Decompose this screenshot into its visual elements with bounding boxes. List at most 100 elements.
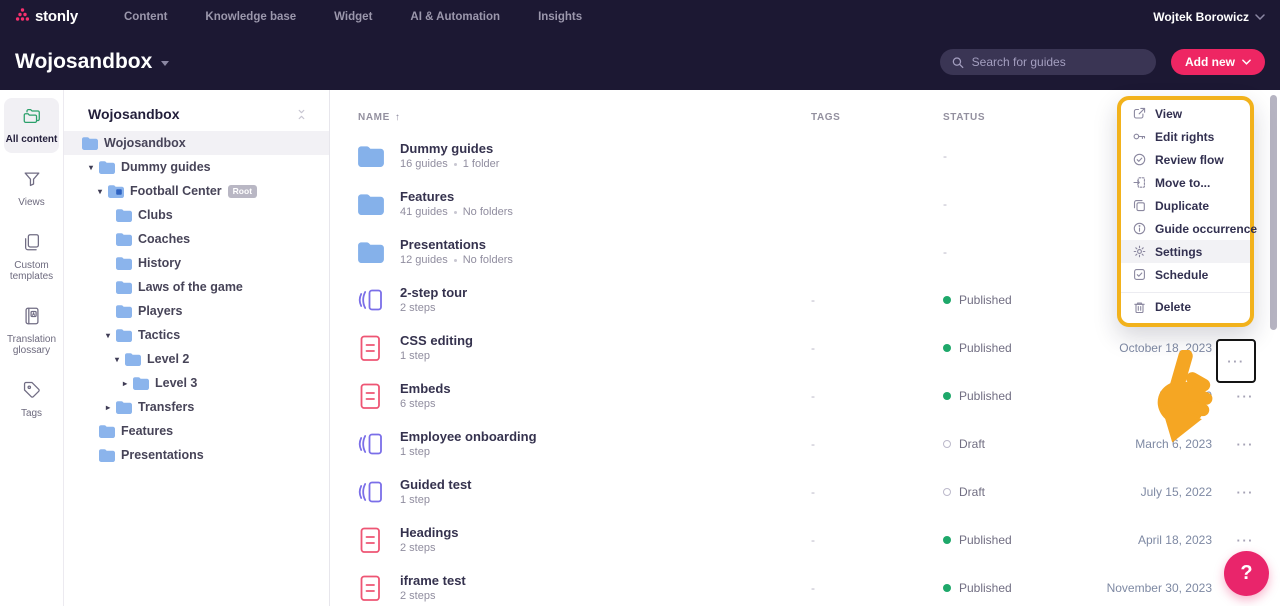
row-status: Published xyxy=(943,341,1093,355)
tree-item-label: Tactics xyxy=(138,328,180,342)
rail-item[interactable]: All content xyxy=(4,98,59,153)
menu-item-label: View xyxy=(1155,107,1182,121)
more-actions-button[interactable] xyxy=(1212,389,1256,404)
stonly-logo[interactable]: stonly xyxy=(15,7,94,27)
status-dot-icon xyxy=(943,440,951,448)
table-row[interactable]: Guided test 1 step - Draft xyxy=(358,468,1256,516)
rail-item-label: Views xyxy=(18,197,45,208)
row-status: Draft xyxy=(943,485,1093,499)
more-actions-button[interactable] xyxy=(1212,485,1256,500)
tree-item[interactable]: Players xyxy=(64,299,329,323)
user-name: Wojtek Borowicz xyxy=(1153,10,1249,24)
tree-item[interactable]: ▸ Level 3 xyxy=(64,371,329,395)
row-type-icon xyxy=(358,575,384,601)
context-menu-item[interactable]: Schedule xyxy=(1121,263,1250,286)
add-new-button[interactable]: Add new xyxy=(1171,49,1265,75)
table-row[interactable]: Headings 2 steps - Published xyxy=(358,516,1256,564)
context-menu-item[interactable]: Guide occurrence xyxy=(1121,217,1250,240)
nav-item[interactable]: AI & Automation xyxy=(410,11,500,23)
row-status: Draft xyxy=(943,437,1093,451)
row-modified-date: March 6, 2023 xyxy=(1093,437,1212,451)
context-menu-item[interactable]: Edit rights xyxy=(1121,125,1250,148)
tree-item[interactable]: Clubs xyxy=(64,203,329,227)
row-subtitle: 2 steps xyxy=(400,589,466,604)
table-row[interactable]: iframe test 2 steps - Publis xyxy=(358,564,1256,606)
tree-item[interactable]: ▾ Dummy guides xyxy=(64,155,329,179)
row-title: Embeds xyxy=(400,381,451,397)
menu-item-label: Schedule xyxy=(1155,268,1208,282)
ukraine-flag-icon xyxy=(83,8,94,16)
tree-item-label: Clubs xyxy=(138,208,173,222)
column-header-tags[interactable]: TAGS xyxy=(811,112,943,123)
tree-item[interactable]: Coaches xyxy=(64,227,329,251)
tree-caret-icon[interactable]: ▸ xyxy=(103,403,113,412)
rail-item[interactable]: Tags xyxy=(4,372,59,427)
nav-item[interactable]: Knowledge base xyxy=(205,11,296,23)
table-row[interactable]: CSS editing 1 step - Publish xyxy=(358,324,1256,372)
workspace-switcher[interactable]: Wojosandbox xyxy=(15,50,169,74)
chevron-down-icon xyxy=(1255,14,1265,20)
row-subtitle-count: 12 guides xyxy=(400,253,448,268)
context-menu-item[interactable]: Settings xyxy=(1121,240,1250,263)
nav-item[interactable]: Insights xyxy=(538,11,582,23)
nav-item[interactable]: Widget xyxy=(334,11,372,23)
nav-item[interactable]: Content xyxy=(124,11,167,23)
rail-item[interactable]: Custom templates xyxy=(4,224,59,290)
sort-ascending-icon: ↑ xyxy=(395,112,401,123)
context-menu-item[interactable]: Duplicate xyxy=(1121,194,1250,217)
row-status: Published xyxy=(943,389,1093,403)
column-header-name[interactable]: NAME ↑ xyxy=(358,112,811,123)
table-row[interactable]: Embeds 6 steps - Published xyxy=(358,372,1256,420)
context-menu-item[interactable]: Delete xyxy=(1121,292,1250,321)
row-subtitle-count: 6 steps xyxy=(400,397,435,412)
row-type-icon xyxy=(358,191,384,217)
tree-item[interactable]: Features xyxy=(64,419,329,443)
row-subtitle: 16 guides 1 folder xyxy=(400,157,499,172)
root-badge: Root xyxy=(228,185,257,198)
guide-search[interactable] xyxy=(940,49,1156,75)
menu-item-label: Guide occurrence xyxy=(1155,222,1257,236)
context-menu-item[interactable]: Move to... xyxy=(1121,171,1250,194)
tree-item[interactable]: ▾ Level 2 xyxy=(64,347,329,371)
column-header-status[interactable]: STATUS xyxy=(943,112,1093,123)
search-input[interactable] xyxy=(972,55,1144,69)
row-title: Employee onboarding xyxy=(400,429,537,445)
folder-icon xyxy=(116,209,132,222)
tree-item[interactable]: Laws of the game xyxy=(64,275,329,299)
context-menu-item[interactable]: Review flow xyxy=(1121,148,1250,171)
tree-item[interactable]: Presentations xyxy=(64,443,329,467)
collapse-panel-icon[interactable] xyxy=(296,109,307,120)
row-type-icon xyxy=(358,287,384,313)
tree-caret-icon[interactable]: ▾ xyxy=(112,355,122,364)
table-row[interactable]: Employee onboarding 1 step - xyxy=(358,420,1256,468)
row-tags: - xyxy=(811,485,943,499)
folder-icon xyxy=(116,305,132,318)
tree-item[interactable]: History xyxy=(64,251,329,275)
tree-item[interactable]: ▸ Transfers xyxy=(64,395,329,419)
rail-item[interactable]: Translation glossary xyxy=(4,298,59,364)
row-status: - xyxy=(943,149,1093,163)
row-modified-date: May 2, 20 xyxy=(1093,389,1212,403)
row-modified-date: April 18, 2023 xyxy=(1093,533,1212,547)
more-actions-button[interactable] xyxy=(1212,533,1256,548)
status-dot-icon xyxy=(943,344,951,352)
tree-caret-icon[interactable]: ▸ xyxy=(120,379,130,388)
tree-item[interactable]: ▾ Football Center Root xyxy=(64,179,329,203)
tree-caret-icon[interactable]: ▾ xyxy=(95,187,105,196)
row-title: Presentations xyxy=(400,237,513,253)
tree-caret-icon[interactable]: ▾ xyxy=(86,163,96,172)
tree-item[interactable]: Wojosandbox xyxy=(64,131,329,155)
stonly-logo-text: stonly xyxy=(35,7,78,27)
top-navbar: stonly Content Knowledge base Widget AI & A… xyxy=(0,0,1280,34)
help-button[interactable]: ? xyxy=(1224,551,1269,596)
more-actions-button[interactable] xyxy=(1212,437,1256,452)
vertical-scrollbar[interactable] xyxy=(1270,95,1277,330)
tree-caret-icon[interactable]: ▾ xyxy=(103,331,113,340)
all-content-icon xyxy=(22,106,42,129)
rail-item[interactable]: Views xyxy=(4,161,59,216)
tree-item[interactable]: ▾ Tactics xyxy=(64,323,329,347)
row-status: Published xyxy=(943,581,1093,595)
row-subtitle-count: 41 guides xyxy=(400,205,448,220)
context-menu-item[interactable]: View xyxy=(1121,102,1250,125)
user-menu[interactable]: Wojtek Borowicz xyxy=(1153,10,1265,24)
